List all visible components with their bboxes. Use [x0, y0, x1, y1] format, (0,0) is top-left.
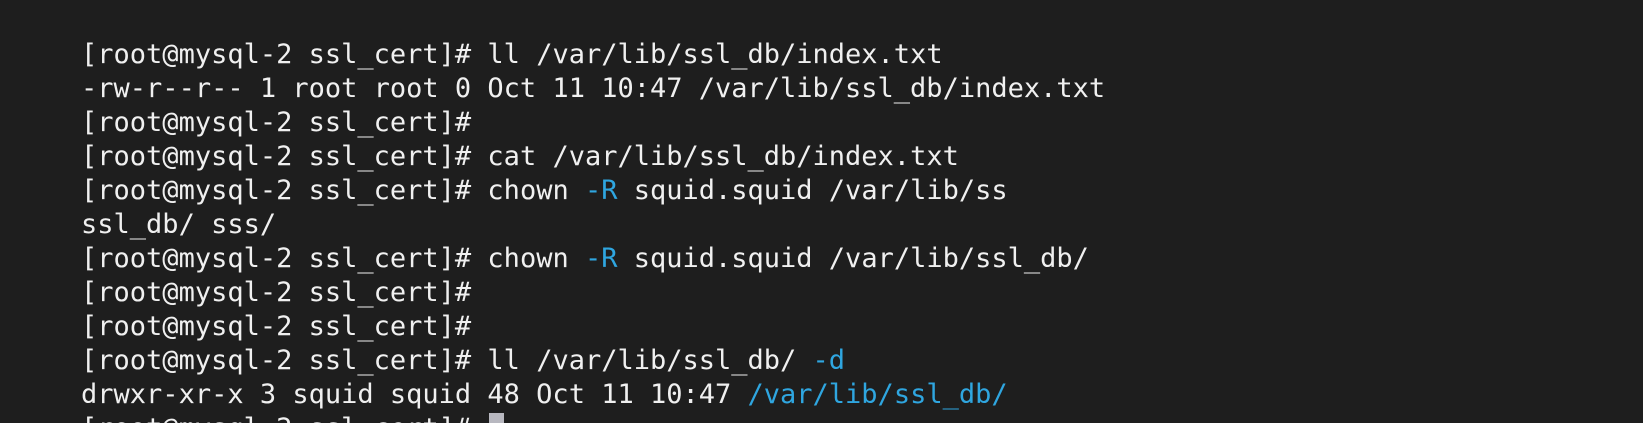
- output-text: -rw-r--r-- 1 root root 0 Oct 11 10:47 /v…: [81, 73, 1106, 104]
- shell-prompt: [root@mysql-2 ssl_cert]#: [81, 311, 472, 342]
- command-text: squid.squid /var/lib/ss: [617, 175, 1008, 206]
- command-text: chown: [471, 175, 585, 206]
- directory-name: /var/lib/ssl_db/: [747, 379, 1008, 410]
- shell-prompt: [root@mysql-2 ssl_cert]#: [81, 39, 472, 70]
- output-text: drwxr-xr-x 3 squid squid 48 Oct 11 10:47: [81, 379, 748, 410]
- command-text: ll /var/lib/ssl_db/index.txt: [471, 39, 943, 70]
- text-cursor: [489, 413, 505, 423]
- command-option: -R: [584, 175, 618, 206]
- shell-prompt: [root@mysql-2 ssl_cert]#: [81, 107, 472, 138]
- shell-prompt: [root@mysql-2 ssl_cert]#: [81, 345, 472, 376]
- command-option: -d: [812, 345, 846, 376]
- command-text: squid.squid /var/lib/ssl_db/: [617, 243, 1089, 274]
- command-text: cat /var/lib/ssl_db/index.txt: [471, 141, 959, 172]
- command-text: ll /var/lib/ssl_db/: [471, 345, 813, 376]
- command-option: -R: [584, 243, 618, 274]
- command-text: chown: [471, 243, 585, 274]
- shell-prompt: [root@mysql-2 ssl_cert]#: [81, 243, 472, 274]
- shell-prompt: [root@mysql-2 ssl_cert]#: [81, 141, 472, 172]
- command-input[interactable]: [471, 413, 487, 423]
- terminal-line: [root@mysql-2 ssl_cert]# ll /var/lib/ssl…: [16, 4, 1643, 70]
- shell-prompt: [root@mysql-2 ssl_cert]#: [81, 413, 471, 423]
- shell-prompt: [root@mysql-2 ssl_cert]#: [81, 175, 472, 206]
- terminal-window[interactable]: [root@mysql-2 ssl_cert]# ll /var/lib/ssl…: [0, 0, 1643, 423]
- output-text: ssl_db/ sss/: [81, 209, 277, 240]
- shell-prompt: [root@mysql-2 ssl_cert]#: [81, 277, 472, 308]
